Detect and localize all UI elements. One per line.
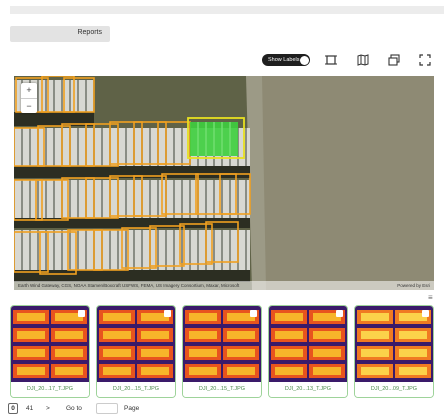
- select-checkbox[interactable]: [336, 310, 343, 317]
- map-book-icon[interactable]: [356, 53, 370, 67]
- select-checkbox[interactable]: [422, 310, 429, 317]
- thumbnail-caption: DJI_20...15_T.JPG: [183, 382, 261, 397]
- show-labels-label: Show Labels: [268, 56, 300, 63]
- thermal-image: [355, 306, 433, 382]
- thumbnail-caption: DJI_20...09_T.JPG: [355, 382, 433, 397]
- thumbnail-caption: DJI_20...13_T.JPG: [269, 382, 347, 397]
- attribution-text: Earth Wind Gateway, CGS, NOAA Stamen/Box…: [18, 282, 240, 288]
- thumbnail-caption: DJI_20...15_T.JPG: [97, 382, 175, 397]
- show-labels-toggle[interactable]: Show Labels: [262, 54, 310, 66]
- pagination: 0 41 > Go to Page: [8, 403, 208, 415]
- top-strip: [10, 6, 444, 14]
- page-label: Page: [124, 405, 140, 412]
- powered-by-esri[interactable]: Powered by Esri: [397, 283, 430, 288]
- reports-tab[interactable]: Reports: [10, 26, 110, 42]
- thumbnail-caption: DJI_20...17_T.JPG: [11, 382, 89, 397]
- reports-label: Reports: [77, 29, 102, 36]
- thumbnail-card[interactable]: DJI_20...17_T.JPG: [10, 305, 90, 398]
- select-checkbox[interactable]: [250, 310, 257, 317]
- select-checkbox[interactable]: [78, 310, 85, 317]
- menu-icon[interactable]: ≡: [428, 293, 433, 302]
- layers-icon[interactable]: [387, 53, 401, 67]
- thermal-image: [11, 306, 89, 382]
- solar-field-imagery: [14, 76, 434, 290]
- thumbnail-card[interactable]: DJI_20...13_T.JPG: [268, 305, 348, 398]
- frame-icon[interactable]: [324, 53, 338, 67]
- thumbnail-card[interactable]: DJI_20...15_T.JPG: [96, 305, 176, 398]
- zoom-in-button[interactable]: +: [21, 83, 37, 98]
- thermal-thumbnail-strip: DJI_20...17_T.JPG DJI_20...15_T.JPG DJI_…: [10, 305, 434, 399]
- next-page-button[interactable]: >: [46, 405, 50, 412]
- map-toolbar: Show Labels: [258, 53, 444, 67]
- goto-label: Go to: [66, 405, 82, 412]
- thumbnail-card[interactable]: DJI_20...15_T.JPG: [182, 305, 262, 398]
- thermal-image: [183, 306, 261, 382]
- select-checkbox[interactable]: [164, 310, 171, 317]
- fullscreen-icon[interactable]: [418, 53, 432, 67]
- zoom-control: + −: [21, 83, 37, 113]
- thermal-image: [269, 306, 347, 382]
- thumbnail-card[interactable]: DJI_20...09_T.JPG: [354, 305, 434, 398]
- current-page-button[interactable]: 0: [8, 403, 18, 414]
- map-attribution: Earth Wind Gateway, CGS, NOAA Stamen/Box…: [14, 281, 434, 290]
- satellite-map[interactable]: + − Earth Wind Gateway, CGS, NOAA Stamen…: [14, 76, 434, 290]
- thermal-image: [97, 306, 175, 382]
- goto-page-input[interactable]: [96, 403, 118, 414]
- zoom-out-button[interactable]: −: [21, 98, 37, 113]
- toggle-knob: [299, 55, 309, 65]
- total-count: 41: [26, 405, 34, 412]
